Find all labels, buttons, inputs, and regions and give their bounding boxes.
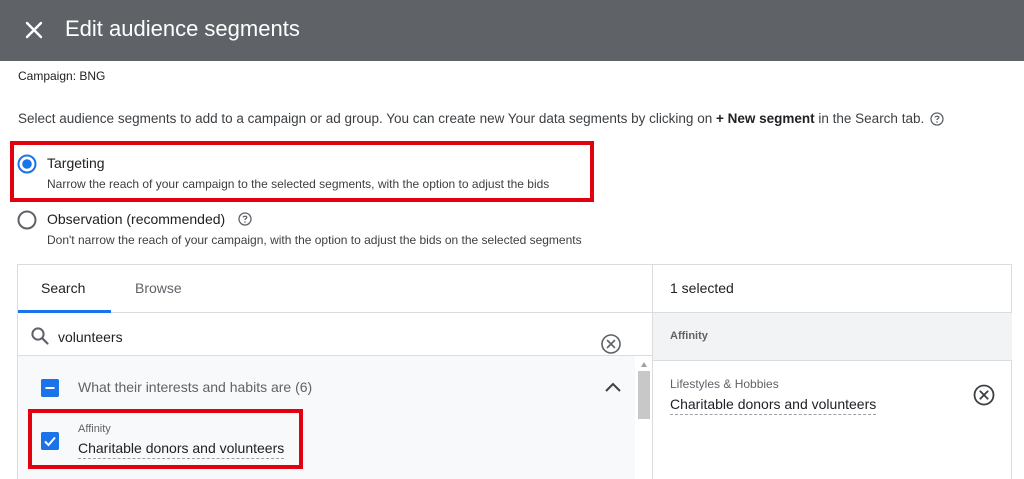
scroll-thumb[interactable] xyxy=(638,371,650,419)
clear-icon[interactable] xyxy=(600,333,622,355)
close-icon[interactable] xyxy=(22,18,46,42)
selected-count: 1 selected xyxy=(670,280,734,296)
selection-section-header: Affinity xyxy=(670,330,708,342)
tab-browse[interactable]: Browse xyxy=(135,280,182,296)
chevron-up-icon[interactable] xyxy=(602,378,624,396)
highlight-box-result xyxy=(28,409,303,469)
tabs-divider xyxy=(18,312,652,313)
search-input[interactable] xyxy=(58,327,578,347)
selected-item-category: Lifestyles & Hobbies xyxy=(670,377,779,391)
observation-label[interactable]: Observation (recommended) xyxy=(47,211,225,227)
intro-prefix: Select audience segments to add to a cam… xyxy=(18,111,716,126)
checkbox-indeterminate-icon[interactable] xyxy=(41,379,59,397)
help-icon[interactable] xyxy=(930,112,944,127)
scroll-up-arrow[interactable] xyxy=(641,362,647,367)
new-segment-link-text: + New segment xyxy=(715,111,815,126)
campaign-label: Campaign: BNG xyxy=(18,69,106,83)
group-label[interactable]: What their interests and habits are (6) xyxy=(78,379,312,395)
observation-radio[interactable] xyxy=(17,210,37,230)
help-icon[interactable] xyxy=(238,212,252,226)
right-divider xyxy=(653,360,1012,361)
tab-search[interactable]: Search xyxy=(41,280,85,296)
selected-item-name: Charitable donors and volunteers xyxy=(670,396,877,415)
search-icon xyxy=(31,327,49,345)
highlight-box-targeting xyxy=(10,141,594,202)
intro-text: Select audience segments to add to a cam… xyxy=(18,111,944,127)
active-tab-indicator xyxy=(18,310,111,313)
dialog-title: Edit audience segments xyxy=(65,16,300,41)
intro-suffix: in the Search tab. xyxy=(814,111,925,126)
remove-icon[interactable] xyxy=(972,383,996,407)
panel-divider xyxy=(652,264,653,479)
observation-description: Don't narrow the reach of your campaign,… xyxy=(47,233,582,247)
